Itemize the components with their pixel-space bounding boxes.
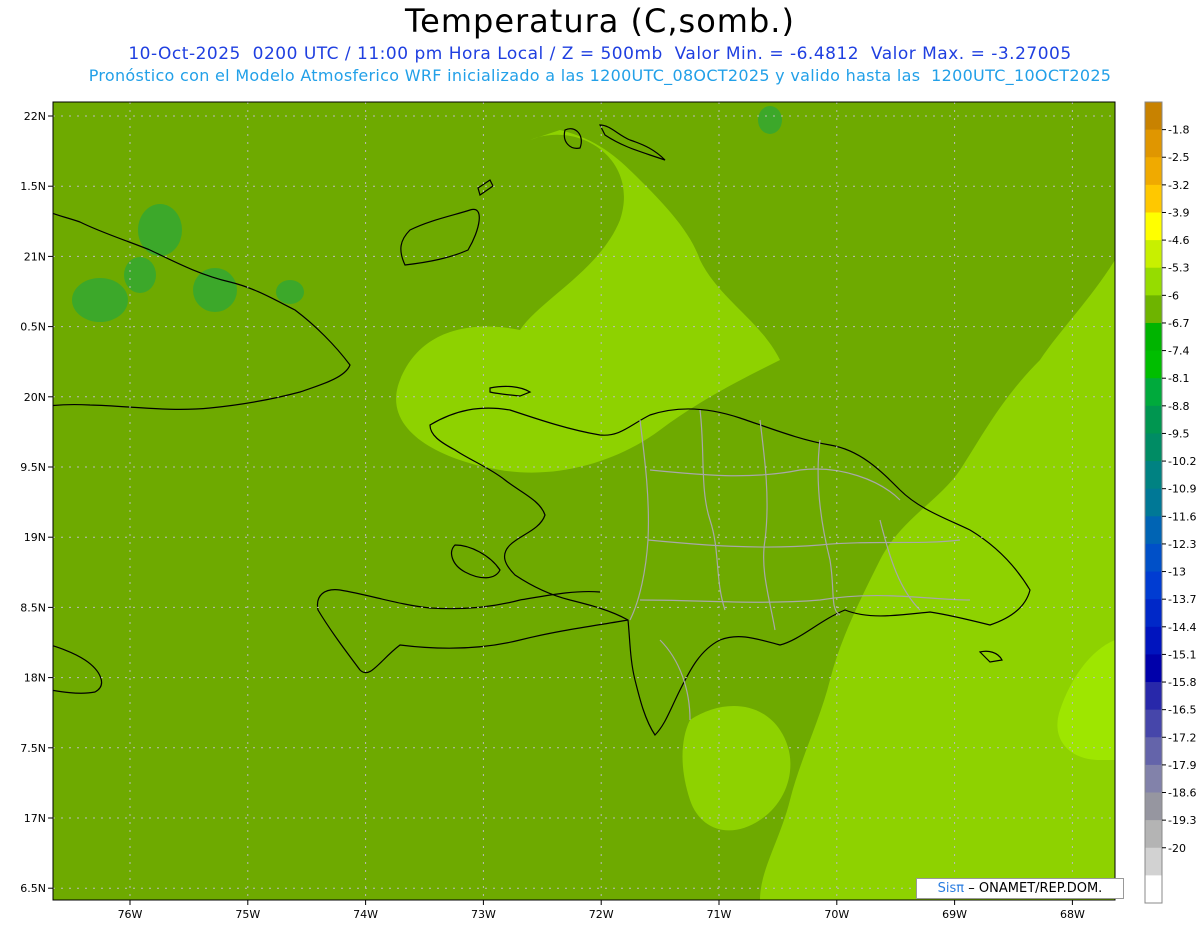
colorbar-label: -9.5 — [1168, 427, 1189, 440]
colorbar-label: -3.2 — [1168, 179, 1189, 192]
field-dark-patch — [758, 106, 782, 134]
credit-box: Sisπ – ONAMET/REP.DOM. — [916, 878, 1124, 899]
colorbar-swatch — [1145, 157, 1162, 186]
credit-text: – ONAMET/REP.DOM. — [968, 881, 1103, 896]
colorbar-label: -8.1 — [1168, 372, 1189, 385]
colorbar-label: -14.4 — [1168, 621, 1196, 634]
lon-tick-label: 72W — [589, 908, 614, 921]
lon-tick-label: 71W — [707, 908, 732, 921]
colorbar-label: -6 — [1168, 289, 1179, 302]
lon-tick-label: 75W — [235, 908, 260, 921]
colorbar-label: -20 — [1168, 842, 1186, 855]
lat-tick-label: 9.5N — [20, 461, 46, 474]
colorbar-swatch — [1145, 433, 1162, 462]
lon-tick-label: 76W — [118, 908, 143, 921]
colorbar-label: -18.6 — [1168, 787, 1196, 800]
colorbar-label: -16.5 — [1168, 704, 1196, 717]
colorbar-label: -10.9 — [1168, 483, 1196, 496]
lat-tick-label: 8.5N — [20, 601, 46, 614]
colorbar-swatch — [1145, 488, 1162, 517]
lat-tick-label: 7.5N — [20, 742, 46, 755]
lon-tick-label: 68W — [1060, 908, 1085, 921]
colorbar-swatch — [1145, 571, 1162, 600]
colorbar-label: -17.9 — [1168, 759, 1196, 772]
colorbar-swatch — [1145, 240, 1162, 269]
lat-tick-label: 22N — [24, 110, 46, 123]
field-dark-patch — [276, 280, 304, 304]
colorbar: -1.8 -2.5 -3.2 -3.9 -4.6 -5.3 -6 -6.7 -7.4 -8.1 -8… — [1144, 101, 1196, 904]
colorbar-swatch — [1145, 295, 1162, 324]
field-dark-patch — [124, 257, 156, 293]
temperature-map: 22N 1.5N 21N 0.5N 20N 9.5N 19N 8.5N 18N 7.5N 17N 6.… — [20, 101, 1196, 921]
lat-tick-label: 1.5N — [20, 180, 46, 193]
colorbar-swatch — [1145, 682, 1162, 711]
colorbar-swatch — [1145, 516, 1162, 545]
colorbar-swatch — [1145, 184, 1162, 213]
colorbar-label: -17.2 — [1168, 731, 1196, 744]
lat-tick-label: 21N — [24, 250, 46, 263]
lon-tick-label: 70W — [824, 908, 849, 921]
lat-tick-label: 17N — [24, 812, 46, 825]
colorbar-label: -2.5 — [1168, 151, 1189, 164]
colorbar-swatch — [1145, 267, 1162, 296]
colorbar-swatch — [1145, 626, 1162, 655]
colorbar-label: -1.8 — [1168, 124, 1189, 137]
colorbar-swatch — [1145, 599, 1162, 628]
colorbar-swatch — [1145, 543, 1162, 573]
colorbar-label: -3.9 — [1168, 206, 1189, 219]
colorbar-label: -19.3 — [1168, 814, 1196, 827]
colorbar-label: -15.1 — [1168, 648, 1196, 661]
lon-tick-label: 74W — [353, 908, 378, 921]
lat-tick-label: 6.5N — [20, 882, 46, 895]
lat-tick-label: 19N — [24, 531, 46, 544]
colorbar-label: -13.7 — [1168, 593, 1196, 606]
colorbar-label: -13 — [1168, 566, 1186, 579]
colorbar-swatch — [1145, 129, 1162, 158]
colorbar-swatch — [1145, 461, 1162, 490]
field-dark-patch — [72, 278, 128, 322]
map-field — [53, 102, 1115, 900]
colorbar-label: -15.8 — [1168, 676, 1196, 689]
lon-tick-label: 69W — [942, 908, 967, 921]
lat-tick-label: 0.5N — [20, 321, 46, 334]
lon-tick-label: 73W — [471, 908, 496, 921]
colorbar-swatch — [1145, 875, 1162, 904]
colorbar-label: -10.2 — [1168, 455, 1196, 468]
colorbar-swatch — [1145, 820, 1162, 849]
colorbar-swatch — [1145, 350, 1162, 379]
sispi-logo: Sisπ — [937, 881, 965, 896]
colorbar-swatch — [1145, 792, 1162, 821]
colorbar-swatch — [1145, 405, 1162, 434]
longitude-axis: 76W 75W 74W 73W 72W 71W 70W 69W 68W — [118, 900, 1085, 921]
latitude-axis: 22N 1.5N 21N 0.5N 20N 9.5N 19N 8.5N 18N 7.5N 17N 6.… — [20, 110, 53, 895]
colorbar-swatch — [1145, 102, 1162, 131]
colorbar-label: -7.4 — [1168, 345, 1189, 358]
colorbar-label: -6.7 — [1168, 317, 1189, 330]
colorbar-label: -4.6 — [1168, 234, 1189, 247]
colorbar-swatch — [1145, 737, 1162, 766]
colorbar-label: -11.6 — [1168, 510, 1196, 523]
colorbar-swatch — [1145, 709, 1162, 738]
colorbar-swatch — [1145, 212, 1162, 241]
colorbar-swatch — [1145, 847, 1162, 876]
lat-tick-label: 20N — [24, 391, 46, 404]
field-dark-patch — [193, 268, 237, 312]
colorbar-swatch — [1145, 378, 1162, 407]
colorbar-label: -5.3 — [1168, 262, 1189, 275]
colorbar-label: -8.8 — [1168, 400, 1189, 413]
lat-tick-label: 18N — [24, 672, 46, 685]
colorbar-swatch — [1145, 764, 1162, 794]
colorbar-swatch — [1145, 654, 1162, 683]
colorbar-swatch — [1145, 322, 1162, 352]
colorbar-label: -12.3 — [1168, 538, 1196, 551]
